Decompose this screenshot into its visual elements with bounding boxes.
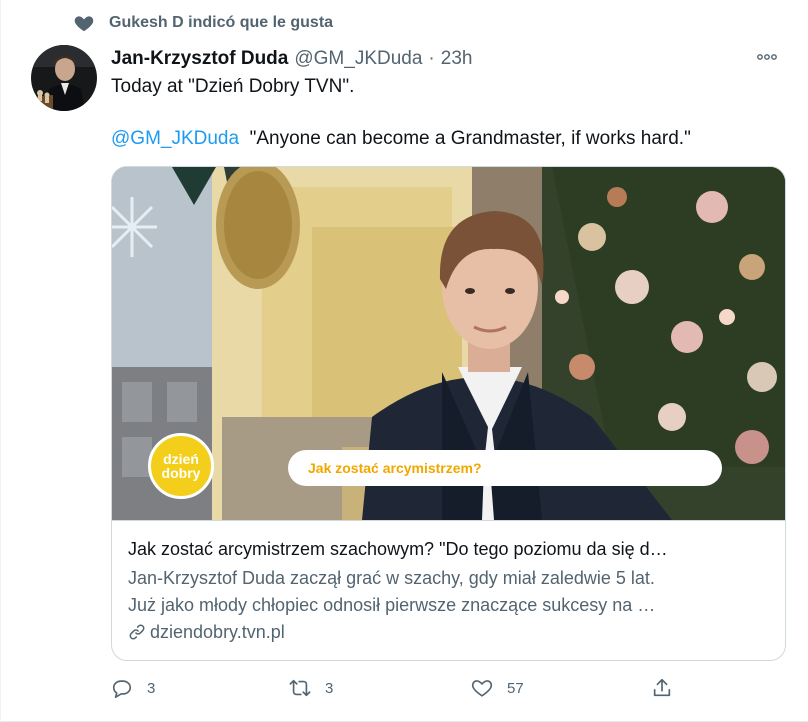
tweet-header: Jan-Krzysztof Duda @GM_JKDuda · 23h xyxy=(111,45,778,73)
card-domain-text: dziendobry.tvn.pl xyxy=(150,622,285,642)
card-description-line-1: Jan-Krzysztof Duda zaczął grać w szachy,… xyxy=(128,568,655,588)
share-icon xyxy=(653,678,671,697)
like-icon xyxy=(471,680,493,697)
dzien-dobry-logo: dzień dobry xyxy=(148,433,214,499)
logo-text-line-1: dzień xyxy=(163,451,199,467)
social-context-text[interactable]: Gukesh D indicó que le gusta xyxy=(109,14,333,32)
lower-third-text: Jak zostać arcymistrzem? xyxy=(308,460,482,476)
quote-text: "Anyone can become a Grandmaster, if wor… xyxy=(249,128,691,149)
action-bar: 3 3 57 xyxy=(111,672,671,704)
card-description-line-2: Już jako młody chłopiec odnosił pierwsze… xyxy=(128,595,656,615)
reply-count: 3 xyxy=(147,679,156,697)
user-handle[interactable]: @GM_JKDuda xyxy=(294,48,422,70)
tweet-text-line-1: Today at "Dzień Dobry TVN". xyxy=(111,76,355,97)
tweet-text-line-2: @GM_JKDuda "Anyone can become a Grandmas… xyxy=(111,126,691,152)
separator-dot: · xyxy=(428,48,435,69)
card-image[interactable]: dzień dobry Jak zostać arcymistrzem? xyxy=(112,167,785,521)
link-icon xyxy=(129,624,145,640)
retweet-icon xyxy=(289,679,311,697)
more-button[interactable] xyxy=(756,49,778,65)
social-context: Gukesh D indicó que le gusta xyxy=(73,10,333,36)
card-domain[interactable]: dziendobry.tvn.pl xyxy=(128,620,285,644)
more-icon xyxy=(757,54,777,60)
reply-icon xyxy=(112,680,132,698)
share-button[interactable] xyxy=(651,672,687,704)
like-button[interactable]: 57 xyxy=(471,672,524,704)
reply-button[interactable]: 3 xyxy=(111,672,155,704)
avatar[interactable] xyxy=(31,45,97,111)
tweet[interactable]: Gukesh D indicó que le gusta Jan-Krzyszt… xyxy=(0,0,808,722)
mention-link[interactable]: @GM_JKDuda xyxy=(111,128,239,149)
logo-text-line-2: dobry xyxy=(161,465,201,481)
like-count: 57 xyxy=(507,679,524,697)
retweet-button[interactable]: 3 xyxy=(289,672,333,704)
timestamp[interactable]: 23h xyxy=(441,48,473,70)
card-title[interactable]: Jak zostać arcymistrzem szachowym? "Do t… xyxy=(128,537,768,561)
avatar-image xyxy=(31,45,97,111)
display-name[interactable]: Jan-Krzysztof Duda xyxy=(111,48,288,70)
lower-third-banner: Jak zostać arcymistrzem? xyxy=(288,450,722,486)
retweet-count: 3 xyxy=(325,679,334,697)
link-card[interactable]: dzień dobry Jak zostać arcymistrzem? Jak… xyxy=(111,166,786,661)
heart-icon xyxy=(74,16,94,32)
